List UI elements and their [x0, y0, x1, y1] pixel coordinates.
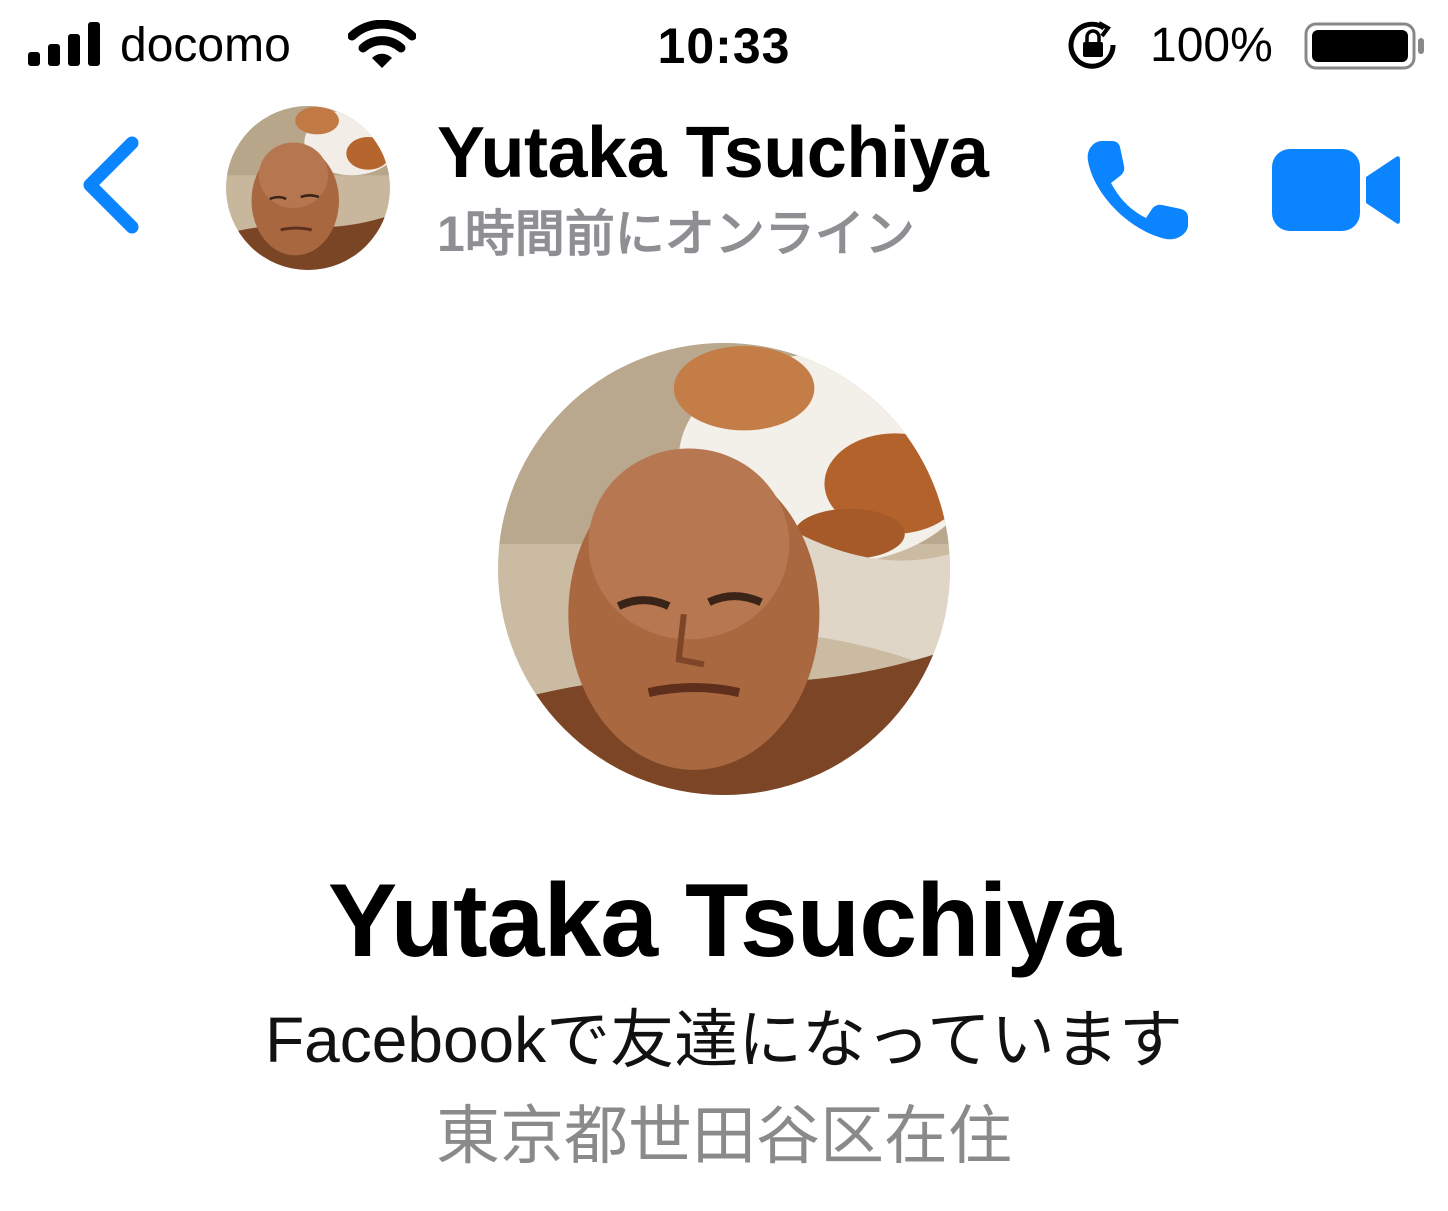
chevron-left-icon[interactable] — [76, 135, 146, 235]
phone-icon[interactable] — [1082, 135, 1198, 245]
profile-photo — [498, 343, 950, 795]
header-last-seen: 1時間前にオンライン — [437, 206, 915, 262]
video-camera-icon[interactable] — [1268, 143, 1404, 237]
header-contact-name[interactable]: Yutaka Tsuchiya — [437, 111, 989, 195]
contact-avatar-large[interactable] — [498, 343, 950, 795]
profile-photo-thumbnail — [226, 106, 390, 270]
battery-icon — [1304, 22, 1424, 70]
chat-header: Yutaka Tsuchiya 1時間前にオンライン — [0, 95, 1448, 285]
contact-avatar-small[interactable] — [226, 106, 390, 270]
friend-status: Facebookで友達になっています — [265, 1004, 1183, 1076]
status-bar: docomo 10:33 100% — [0, 0, 1448, 90]
profile-name: Yutaka Tsuchiya — [327, 863, 1121, 979]
battery-percentage: 100% — [1150, 19, 1273, 72]
rotation-lock-icon — [1068, 21, 1116, 69]
profile-location: 東京都世田谷区在住 — [436, 1100, 1012, 1172]
